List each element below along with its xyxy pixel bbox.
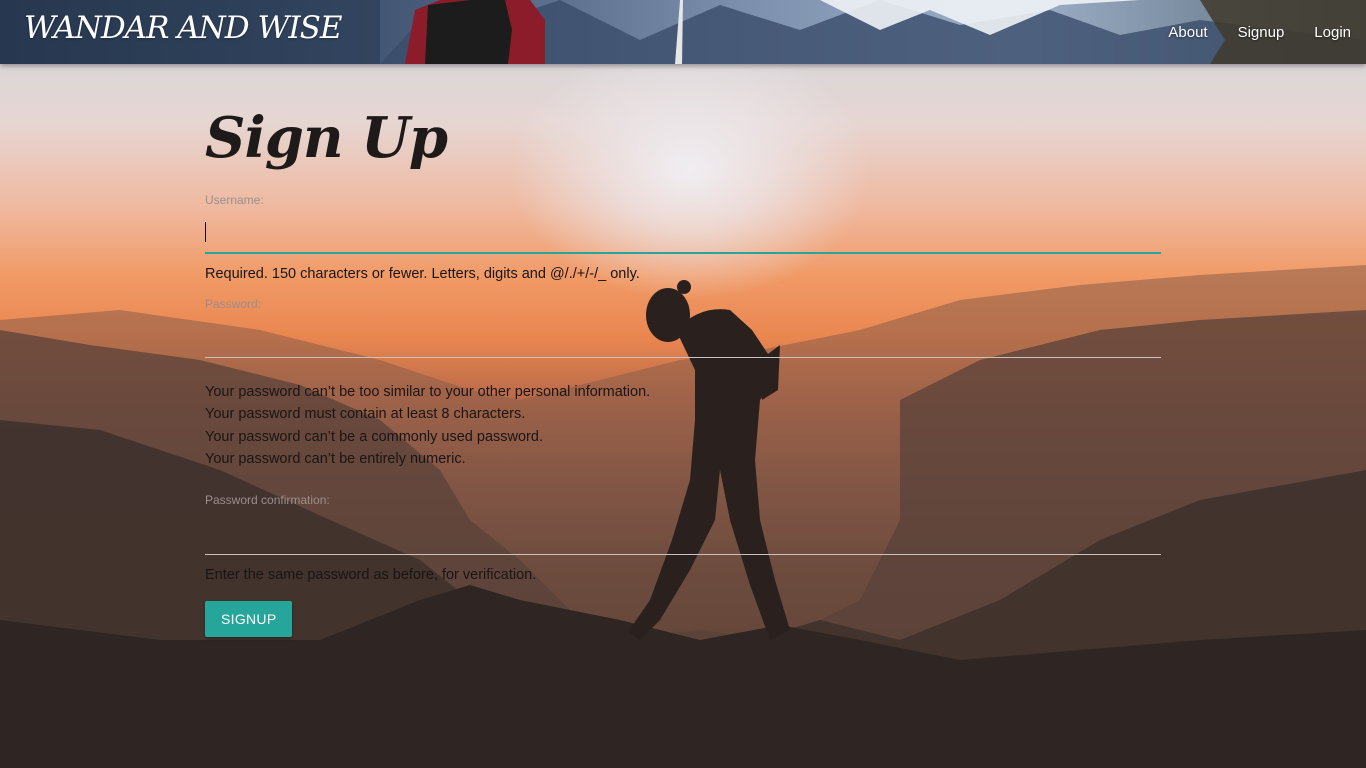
password-help-item: Your password can’t be a commonly used p… [205, 428, 543, 445]
password-label: Password: [205, 296, 262, 311]
password-confirmation-input[interactable] [205, 509, 1161, 555]
password-input[interactable] [205, 313, 1161, 358]
nav-link-signup[interactable]: Signup [1238, 24, 1285, 41]
brand-logo[interactable]: WANDAR AND WISE [24, 10, 342, 46]
username-label: Username: [205, 193, 264, 207]
nav-links: About Signup Login [1138, 0, 1351, 64]
signup-button[interactable]: SIGNUP [205, 601, 293, 637]
text-caret [205, 222, 206, 242]
password-confirmation-label: Password confirmation: [205, 492, 330, 507]
password-help-list: Your password can’t be too similar to yo… [205, 381, 1161, 471]
password-help-item: Your password can’t be entirely numeric. [205, 451, 466, 467]
signup-form: Username: Required. 150 characters or fe… [205, 190, 1161, 637]
signup-container: Sign Up Username: Required. 150 characte… [205, 64, 1161, 637]
nav-link-about[interactable]: About [1168, 24, 1207, 41]
username-help-text: Required. 150 characters or fewer. Lette… [205, 266, 640, 282]
password-help-item: Your password must contain at least 8 ch… [205, 406, 526, 422]
password-group: Password: [205, 294, 1161, 358]
page-title: Sign Up [205, 105, 448, 171]
username-input[interactable] [205, 210, 1161, 254]
password-help-item: Your password can’t be too similar to yo… [205, 383, 651, 400]
nav-link-login[interactable]: Login [1314, 24, 1351, 41]
username-group: Username: [205, 190, 1161, 254]
password-confirmation-group: Password confirmation: [205, 490, 1161, 555]
password-confirmation-help-text: Enter the same password as before, for v… [205, 566, 537, 583]
top-navbar: WANDAR AND WISE About Signup Login [0, 0, 1366, 64]
